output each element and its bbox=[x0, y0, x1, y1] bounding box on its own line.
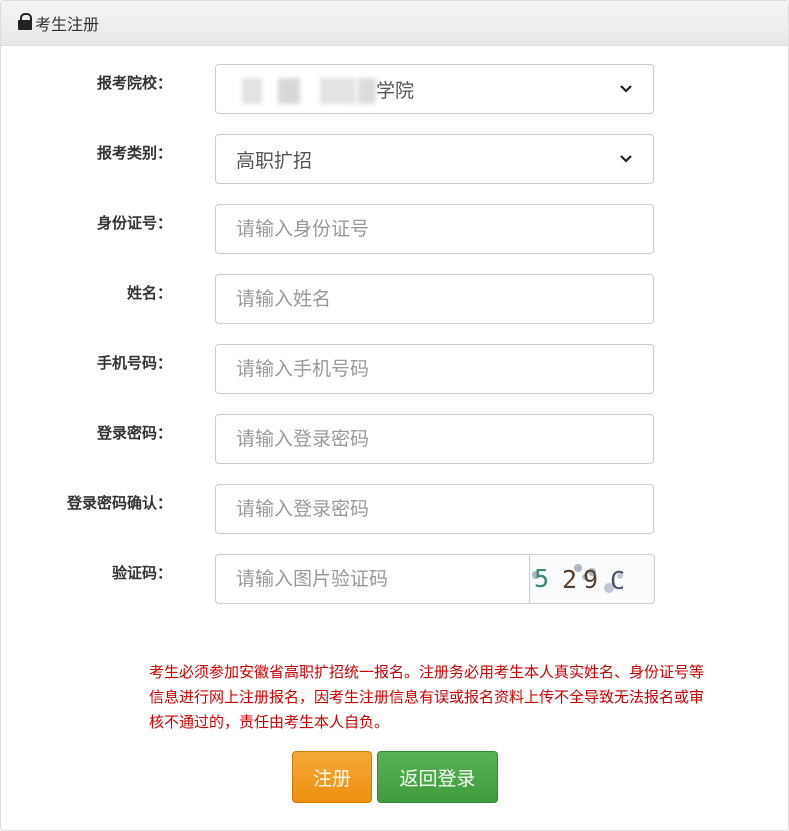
row-captcha: 验证码： 5 2 9 C bbox=[1, 554, 788, 606]
password-confirm-label: 登录密码确认： bbox=[66, 494, 172, 512]
captcha-graphic: 5 2 9 C bbox=[532, 564, 625, 595]
password-input[interactable] bbox=[215, 414, 654, 464]
row-phone: 手机号码： bbox=[1, 344, 788, 396]
phone-label: 手机号码： bbox=[96, 354, 172, 372]
registration-notice: 考生必须参加安徽省高职扩招统一报名。注册务必用考生本人真实姓名、身份证号等信息进… bbox=[149, 663, 705, 731]
password-confirm-input[interactable] bbox=[215, 484, 654, 534]
back-to-login-button[interactable]: 返回登录 bbox=[377, 751, 498, 803]
id-number-label: 身份证号： bbox=[96, 214, 172, 232]
chevron-down-icon bbox=[620, 155, 632, 163]
row-password-confirm: 登录密码确认： bbox=[1, 484, 788, 536]
row-school: 报考院校： 学院 bbox=[1, 64, 788, 116]
captcha-char-2: 2 bbox=[562, 565, 577, 594]
captcha-image[interactable]: 5 2 9 C bbox=[530, 554, 655, 604]
school-select[interactable]: 学院 bbox=[215, 64, 654, 114]
captcha-input[interactable] bbox=[215, 554, 530, 604]
school-label: 报考院校： bbox=[96, 74, 172, 92]
captcha-label: 验证码： bbox=[111, 564, 172, 582]
captcha-char-4: C bbox=[610, 566, 625, 595]
chevron-down-icon bbox=[620, 85, 632, 93]
row-id-number: 身份证号： bbox=[1, 204, 788, 256]
captcha-char-1: 5 bbox=[534, 564, 549, 593]
lock-icon bbox=[17, 13, 33, 31]
school-value: 学院 bbox=[236, 76, 414, 104]
name-label: 姓名： bbox=[126, 284, 172, 302]
password-label: 登录密码： bbox=[96, 424, 172, 442]
category-label: 报考类别： bbox=[96, 144, 172, 162]
register-panel: 考生注册 报考院校： 学院 报考类别： 高职扩招 身份证号： 请输入身份证号 姓… bbox=[0, 0, 789, 831]
category-value: 高职扩招 bbox=[236, 149, 313, 172]
category-select[interactable]: 高职扩招 bbox=[215, 134, 654, 184]
panel-header: 考生注册 bbox=[1, 1, 788, 46]
row-name: 姓名： bbox=[1, 274, 788, 326]
redacted-text bbox=[236, 78, 376, 104]
row-category: 报考类别： 高职扩招 bbox=[1, 134, 788, 186]
id-number-input[interactable] bbox=[215, 204, 654, 254]
register-button[interactable]: 注册 bbox=[292, 751, 372, 803]
row-password: 登录密码： bbox=[1, 414, 788, 466]
name-input[interactable] bbox=[215, 274, 654, 324]
page-title: 考生注册 bbox=[35, 15, 100, 34]
phone-input[interactable] bbox=[215, 344, 654, 394]
captcha-char-3: 9 bbox=[583, 565, 598, 594]
